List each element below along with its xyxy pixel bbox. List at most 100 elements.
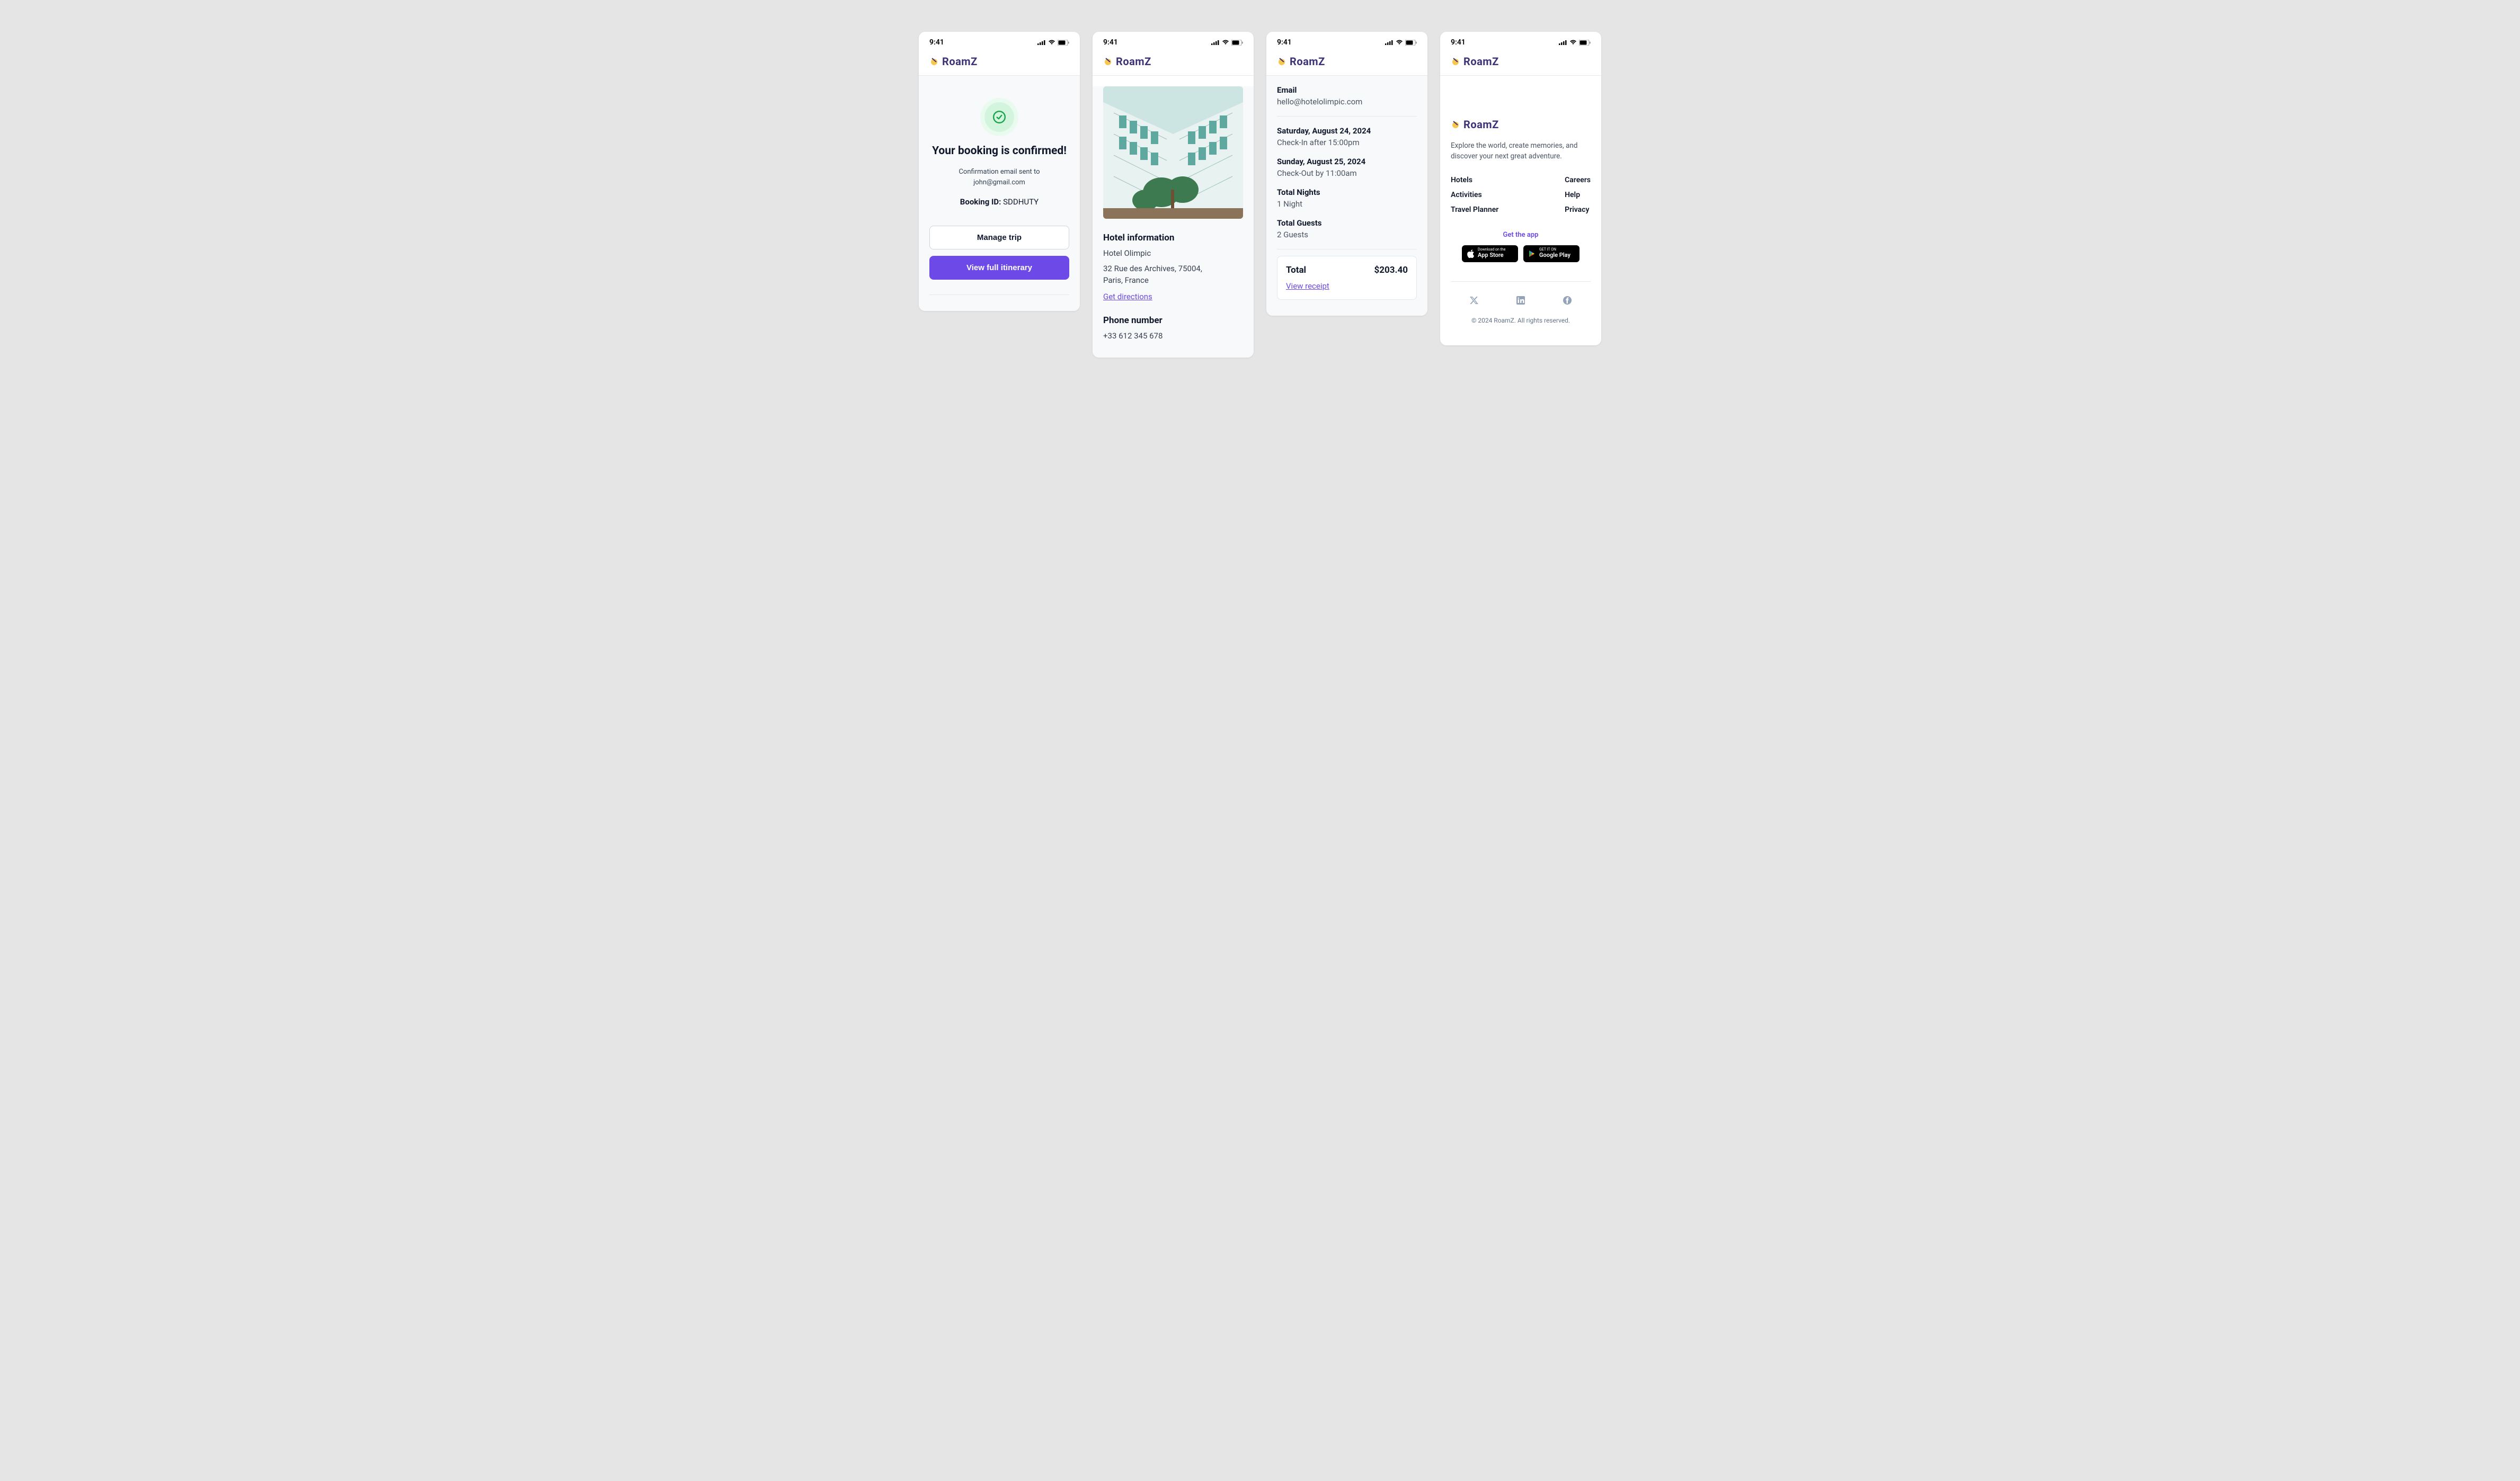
screen-booking-details: 9:41 RoamZ Email hello@hotelolimpic.com … [1266, 32, 1427, 316]
signal-icon [1037, 40, 1046, 45]
hotel-address: 32 Rue des Archives, 75004, Paris, Franc… [1103, 263, 1243, 287]
google-play-badge[interactable]: GET IT ON Google Play [1523, 245, 1580, 262]
status-time: 9:41 [1103, 38, 1118, 47]
status-icons [1559, 40, 1591, 46]
status-time: 9:41 [1277, 38, 1292, 47]
logo-text: RoamZ [1116, 55, 1151, 68]
content-area: Email hello@hotelolimpic.com Saturday, A… [1266, 76, 1427, 316]
linkedin-icon[interactable] [1516, 296, 1525, 307]
total-label: Total [1286, 265, 1306, 275]
appstore-big: App Store [1478, 252, 1505, 258]
status-icons [1211, 40, 1243, 46]
footer-description: Explore the world, create memories, and … [1451, 140, 1591, 162]
checkin-time: Check-In after 15:00pm [1277, 138, 1417, 147]
email-value: hello@hotelolimpic.com [1277, 97, 1417, 106]
battery-icon [1579, 40, 1591, 46]
checkin-row: Saturday, August 24, 2024 Check-In after… [1277, 117, 1417, 157]
footer-link-privacy[interactable]: Privacy [1565, 206, 1591, 214]
brand-bar: RoamZ [1093, 50, 1254, 76]
footer-links: Hotels Activities Travel Planner Careers… [1451, 176, 1591, 214]
wifi-icon [1569, 40, 1577, 45]
app-store-badge[interactable]: Download on the App Store [1462, 245, 1518, 262]
play-icon [1529, 250, 1536, 257]
play-big: Google Play [1539, 252, 1570, 258]
brand-bar: RoamZ [919, 50, 1080, 76]
content-area: RoamZ Explore the world, create memories… [1440, 76, 1601, 345]
appstore-small: Download on the [1478, 248, 1505, 252]
nights-value: 1 Night [1277, 199, 1417, 209]
store-badges-row: Download on the App Store GET IT ON Goog… [1451, 245, 1591, 262]
apple-icon [1467, 249, 1475, 258]
view-receipt-link[interactable]: View receipt [1286, 281, 1329, 291]
checkout-date: Sunday, August 25, 2024 [1277, 157, 1417, 166]
battery-icon [1231, 40, 1243, 46]
battery-icon [1058, 40, 1069, 46]
email-label: Email [1277, 85, 1417, 95]
logo-text: RoamZ [942, 55, 978, 68]
guests-value: 2 Guests [1277, 230, 1417, 239]
address-line-1: 32 Rue des Archives, 75004, [1103, 264, 1202, 273]
screen-booking-confirmed: 9:41 RoamZ Your booking is confirmed! Co… [919, 32, 1080, 311]
hotel-info-title: Hotel information [1103, 233, 1243, 243]
footer-col-2: Careers Help Privacy [1565, 176, 1591, 214]
status-icons [1385, 40, 1417, 46]
confirmation-subtext: Confirmation email sent to john@gmail.co… [929, 167, 1069, 188]
address-line-2: Paris, France [1103, 275, 1149, 285]
footer-link-help[interactable]: Help [1565, 191, 1591, 199]
success-icon-wrap [929, 76, 1069, 145]
logo-icon [1277, 57, 1286, 66]
guests-row: Total Guests 2 Guests [1277, 218, 1417, 249]
phone-value: +33 612 345 678 [1103, 330, 1243, 342]
nights-label: Total Nights [1277, 188, 1417, 197]
logo-icon [1103, 57, 1113, 66]
content-area: Hotel information Hotel Olimpic 32 Rue d… [1093, 86, 1254, 358]
footer-logo-text: RoamZ [1463, 118, 1499, 131]
checkout-time: Check-Out by 11:00am [1277, 168, 1417, 178]
status-bar: 9:41 [1093, 32, 1254, 50]
play-small: GET IT ON [1539, 248, 1570, 252]
logo-icon [929, 57, 939, 66]
checkout-row: Sunday, August 25, 2024 Check-Out by 11:… [1277, 157, 1417, 188]
copyright-text: © 2024 RoamZ. All rights reserved. [1451, 317, 1591, 324]
battery-icon [1405, 40, 1417, 46]
hotel-name: Hotel Olimpic [1103, 247, 1243, 260]
status-time: 9:41 [1451, 38, 1466, 47]
status-bar: 9:41 [1266, 32, 1427, 50]
social-row [1451, 281, 1591, 307]
footer-link-careers[interactable]: Careers [1565, 176, 1591, 184]
wifi-icon [1396, 40, 1403, 45]
screen-footer: 9:41 RoamZ RoamZ Explore the world, crea… [1440, 32, 1601, 345]
content-area: Your booking is confirmed! Confirmation … [919, 76, 1080, 311]
sent-line-2: john@gmail.com [973, 179, 1025, 186]
get-directions-link[interactable]: Get directions [1103, 292, 1152, 301]
status-bar: 9:41 [919, 32, 1080, 50]
checkin-date: Saturday, August 24, 2024 [1277, 126, 1417, 136]
screen-hotel-info: 9:41 RoamZ [1093, 32, 1254, 358]
success-check-icon [984, 102, 1014, 132]
email-row: Email hello@hotelolimpic.com [1277, 76, 1417, 116]
status-icons [1037, 40, 1069, 46]
sent-line-1: Confirmation email sent to [959, 168, 1040, 176]
footer-link-planner[interactable]: Travel Planner [1451, 206, 1498, 214]
get-app-label: Get the app [1451, 231, 1591, 239]
logo-text: RoamZ [1463, 55, 1499, 68]
brand-bar: RoamZ [1266, 50, 1427, 76]
facebook-icon[interactable] [1563, 296, 1572, 307]
total-value: $203.40 [1374, 265, 1408, 275]
wifi-icon [1222, 40, 1229, 45]
footer-link-activities[interactable]: Activities [1451, 191, 1498, 199]
footer-link-hotels[interactable]: Hotels [1451, 176, 1498, 184]
booking-id-label: Booking ID: [960, 197, 1001, 207]
booking-id: Booking ID: SDDHUTY [929, 197, 1069, 207]
x-twitter-icon[interactable] [1469, 296, 1479, 307]
manage-trip-button[interactable]: Manage trip [929, 226, 1069, 249]
brand-bar: RoamZ [1440, 50, 1601, 76]
booking-id-value: SDDHUTY [1003, 197, 1039, 207]
logo-text: RoamZ [1290, 55, 1325, 68]
status-bar: 9:41 [1440, 32, 1601, 50]
hotel-image [1103, 86, 1243, 219]
view-itinerary-button[interactable]: View full itinerary [929, 256, 1069, 280]
total-row: Total $203.40 [1286, 265, 1408, 275]
wifi-icon [1048, 40, 1055, 45]
guests-label: Total Guests [1277, 218, 1417, 228]
